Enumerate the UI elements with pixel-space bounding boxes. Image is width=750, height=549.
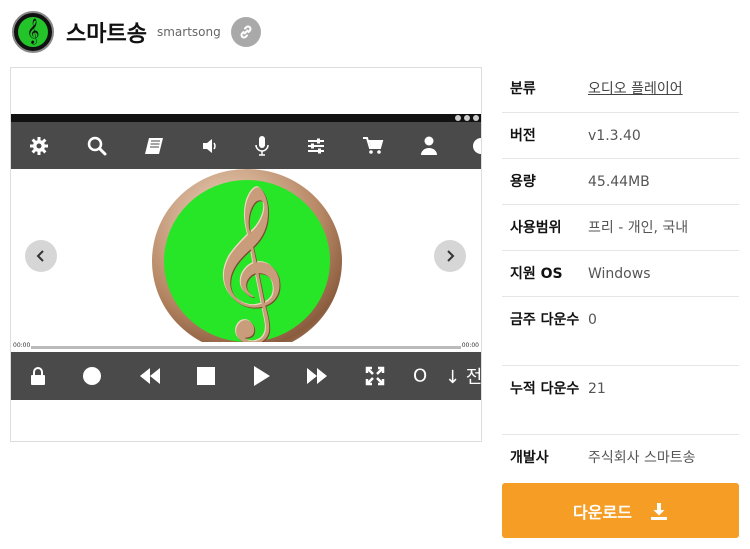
cart-icon[interactable] [362, 136, 384, 156]
download-label: 다운로드 [573, 502, 632, 522]
progress-track [31, 346, 461, 349]
info-key: 분류 [510, 81, 536, 97]
search-icon[interactable] [87, 136, 107, 156]
microphone-icon[interactable] [252, 135, 272, 157]
volume-icon[interactable] [200, 136, 220, 156]
window-dot [455, 115, 461, 121]
progress-bar[interactable]: 00:00 00:00 [11, 342, 481, 352]
fullscreen-icon[interactable] [365, 366, 385, 386]
partial-icon [471, 136, 481, 156]
link-icon [240, 25, 252, 39]
download-icon [650, 502, 668, 520]
treble-clef-logo: 𝄞 [12, 11, 54, 53]
info-row-weekly-downloads: 금주 다운수 0 [502, 297, 739, 366]
info-value: v1.3.40 [588, 128, 641, 144]
info-key: 누적 다운수 [510, 381, 580, 397]
record-icon[interactable] [82, 366, 102, 386]
category-link[interactable]: 오디오 플레이어 [588, 77, 739, 112]
window-titlebar [11, 114, 481, 122]
window-dot [473, 115, 479, 121]
link-button[interactable] [230, 17, 261, 47]
info-row-version: 버전 v1.3.40 [502, 113, 739, 159]
circle-toggle[interactable]: O [413, 366, 427, 387]
info-row-size: 용량 45.44MB [502, 159, 739, 205]
app-title: 스마트송 [66, 22, 147, 47]
info-key: 지원 OS [510, 266, 563, 282]
info-value: 프리 - 개인, 국내 [588, 220, 689, 236]
info-key: 사용범위 [510, 220, 562, 236]
album-art: 𝄞 [152, 169, 342, 353]
chevron-right-icon [447, 250, 455, 262]
stop-icon[interactable] [197, 367, 215, 385]
sliders-icon[interactable] [306, 136, 326, 156]
info-value: 21 [588, 381, 606, 397]
user-icon[interactable] [420, 136, 438, 156]
info-key: 버전 [510, 128, 536, 144]
rewind-icon[interactable] [139, 367, 161, 385]
info-value: 0 [588, 312, 597, 328]
prev-slide-button[interactable] [25, 240, 57, 272]
info-row-developer: 개발사 주식회사 스마트송 [502, 435, 739, 481]
time-start: 00:00 [13, 342, 31, 349]
time-end: 00:00 [461, 342, 479, 349]
green-disc: 𝄞 [164, 180, 330, 342]
player-window: 𝄞 00:00 00:00 O ↓ 전 [11, 114, 481, 400]
bottom-toolbar: O ↓ 전 [11, 352, 481, 400]
app-subtitle: smartsong [156, 25, 221, 39]
info-key: 개발사 [510, 450, 549, 466]
info-key: 금주 다운수 [510, 312, 580, 328]
gear-icon[interactable] [29, 136, 49, 156]
book-icon[interactable] [143, 136, 165, 156]
info-row-category: 분류 오디오 플레이어 [502, 67, 739, 113]
app-screenshot: 𝄞 00:00 00:00 O ↓ 전 [10, 67, 482, 442]
info-value: 주식회사 스마트송 [588, 450, 696, 466]
lock-icon[interactable] [30, 366, 46, 386]
app-info-table: 분류 오디오 플레이어 버전 v1.3.40 용량 45.44MB 사용범위 프… [502, 67, 739, 481]
fast-forward-icon[interactable] [306, 367, 328, 385]
info-row-total-downloads: 누적 다운수 21 [502, 366, 739, 435]
info-value: Windows [588, 266, 651, 282]
app-header: 𝄞 스마트송 smartsong [12, 10, 261, 54]
chevron-left-icon [36, 250, 44, 262]
info-row-license: 사용범위 프리 - 개인, 국내 [502, 205, 739, 251]
download-button[interactable]: 다운로드 [502, 483, 739, 538]
info-key: 용량 [510, 174, 536, 190]
top-toolbar [11, 122, 481, 169]
window-dot [464, 115, 470, 121]
info-value: 45.44MB [588, 174, 650, 190]
info-row-os: 지원 OS Windows [502, 251, 739, 297]
partial-download-text: ↓ 전 [445, 367, 482, 388]
play-icon[interactable] [253, 366, 271, 386]
player-content: 𝄞 [11, 169, 481, 353]
treble-clef-icon: 𝄞 [207, 184, 286, 338]
next-slide-button[interactable] [434, 240, 466, 272]
